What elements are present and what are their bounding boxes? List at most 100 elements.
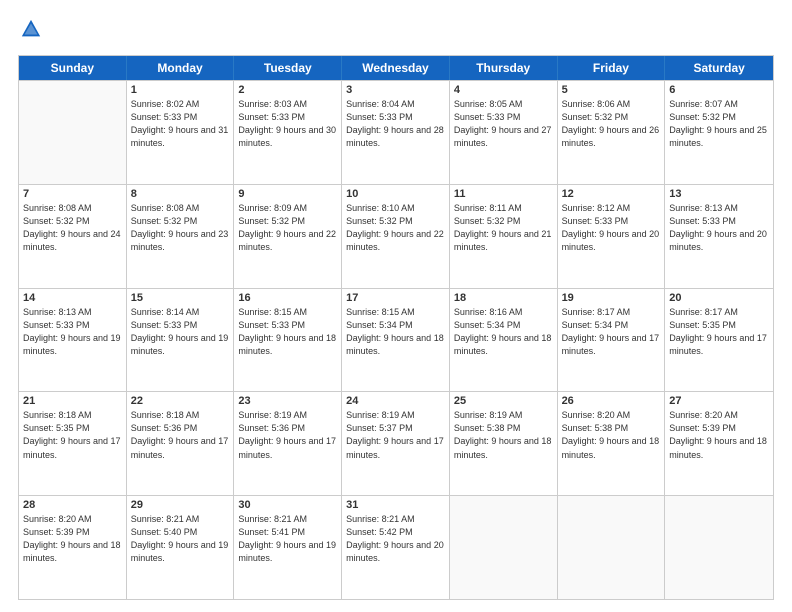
day-number: 5 (562, 84, 661, 96)
day-number: 31 (346, 499, 445, 511)
daylight-text: Daylight: 9 hours and 18 minutes. (669, 435, 769, 461)
calendar-cell-w2-d5: 19 Sunrise: 8:17 AMSunset: 5:34 PMDayligh… (558, 289, 666, 392)
page: SundayMondayTuesdayWednesdayThursdayFrid… (0, 0, 792, 612)
day-number: 15 (131, 292, 230, 304)
cell-info: Sunrise: 8:21 AMSunset: 5:40 PMDaylight:… (131, 513, 230, 565)
sunset-text: Sunset: 5:32 PM (23, 215, 122, 228)
calendar-cell-w1-d5: 12Sunrise: 8:12 AMSunset: 5:33 PMDayligh… (558, 185, 666, 288)
cell-info: Sunrise: 8:20 AMSunset: 5:38 PMDaylight:… (562, 409, 661, 461)
sunset-text: Sunset: 5:35 PM (669, 319, 769, 332)
calendar-cell-w0-d0 (19, 81, 127, 184)
daylight-text: Daylight: 9 hours and 19 minutes. (238, 539, 337, 565)
daylight-text: Daylight: 9 hours and 20 minutes. (562, 228, 661, 254)
sunrise-text: Sunrise: 8:19 AM (454, 409, 553, 422)
sunset-text: Sunset: 5:38 PM (562, 422, 661, 435)
daylight-text: Daylight: 9 hours and 22 minutes. (238, 228, 337, 254)
calendar-cell-w3-d3: 24 Sunrise: 8:19 AMSunset: 5:37 PMDayligh… (342, 392, 450, 495)
sunset-text: Sunset: 5:41 PM (238, 526, 337, 539)
calendar-cell-w2-d3: 17Sunrise: 8:15 AMSunset: 5:34 PMDayligh… (342, 289, 450, 392)
header-day-thursday: Thursday (450, 56, 558, 80)
daylight-text: Daylight: 9 hours and 19 minutes. (131, 332, 230, 358)
cell-info: Sunrise: 8:07 AMSunset: 5:32 PMDaylight:… (669, 98, 769, 150)
day-number: 24 (346, 395, 445, 407)
logo (18, 18, 46, 45)
daylight-text: Daylight: 9 hours and 18 minutes. (562, 435, 661, 461)
daylight-text: Daylight: 9 hours and 17 minutes. (238, 435, 337, 461)
daylight-text: Daylight: 9 hours and 26 minutes. (562, 124, 661, 150)
sunrise-text: Sunrise: 8:18 AM (23, 409, 122, 422)
daylight-text: Daylight: 9 hours and 24 minutes. (23, 228, 122, 254)
calendar-body: 1Sunrise: 8:02 AMSunset: 5:33 PMDaylight… (19, 80, 773, 599)
sunset-text: Sunset: 5:32 PM (131, 215, 230, 228)
sunrise-text: Sunrise: 8:20 AM (669, 409, 769, 422)
day-number: 19 (562, 292, 661, 304)
calendar-cell-w2-d1: 15Sunrise: 8:14 AMSunset: 5:33 PMDayligh… (127, 289, 235, 392)
cell-info: Sunrise: 8:19 AMSunset: 5:37 PMDaylight:… (346, 409, 445, 461)
daylight-text: Daylight: 9 hours and 17 minutes. (562, 332, 661, 358)
sunrise-text: Sunrise: 8:17 AM (562, 306, 661, 319)
daylight-text: Daylight: 9 hours and 19 minutes. (23, 332, 122, 358)
calendar-row-4: 28Sunrise: 8:20 AMSunset: 5:39 PMDayligh… (19, 495, 773, 599)
calendar: SundayMondayTuesdayWednesdayThursdayFrid… (18, 55, 774, 600)
cell-info: Sunrise: 8:20 AMSunset: 5:39 PMDaylight:… (669, 409, 769, 461)
daylight-text: Daylight: 9 hours and 17 minutes. (346, 435, 445, 461)
cell-info: Sunrise: 8:21 AMSunset: 5:41 PMDaylight:… (238, 513, 337, 565)
sunset-text: Sunset: 5:33 PM (238, 319, 337, 332)
day-number: 2 (238, 84, 337, 96)
daylight-text: Daylight: 9 hours and 21 minutes. (454, 228, 553, 254)
calendar-cell-w4-d1: 29 Sunrise: 8:21 AMSunset: 5:40 PMDayligh… (127, 496, 235, 599)
cell-info: Sunrise: 8:18 AMSunset: 5:36 PMDaylight:… (131, 409, 230, 461)
calendar-cell-w0-d5: 5Sunrise: 8:06 AMSunset: 5:32 PMDaylight… (558, 81, 666, 184)
cell-info: Sunrise: 8:08 AMSunset: 5:32 PMDaylight:… (131, 202, 230, 254)
calendar-cell-w2-d6: 20Sunrise: 8:17 AMSunset: 5:35 PMDayligh… (665, 289, 773, 392)
calendar-cell-w1-d4: 11Sunrise: 8:11 AMSunset: 5:32 PMDayligh… (450, 185, 558, 288)
sunrise-text: Sunrise: 8:19 AM (346, 409, 445, 422)
header-day-monday: Monday (127, 56, 235, 80)
sunrise-text: Sunrise: 8:03 AM (238, 98, 337, 111)
daylight-text: Daylight: 9 hours and 30 minutes. (238, 124, 337, 150)
day-number: 3 (346, 84, 445, 96)
cell-info: Sunrise: 8:02 AMSunset: 5:33 PMDaylight:… (131, 98, 230, 150)
header-day-sunday: Sunday (19, 56, 127, 80)
calendar-row-2: 14Sunrise: 8:13 AMSunset: 5:33 PMDayligh… (19, 288, 773, 392)
day-number: 6 (669, 84, 769, 96)
cell-info: Sunrise: 8:17 AMSunset: 5:34 PMDaylight:… (562, 306, 661, 358)
day-number: 4 (454, 84, 553, 96)
day-number: 13 (669, 188, 769, 200)
day-number: 28 (23, 499, 122, 511)
sunrise-text: Sunrise: 8:10 AM (346, 202, 445, 215)
day-number: 27 (669, 395, 769, 407)
cell-info: Sunrise: 8:15 AMSunset: 5:34 PMDaylight:… (346, 306, 445, 358)
day-number: 8 (131, 188, 230, 200)
cell-info: Sunrise: 8:18 AMSunset: 5:35 PMDaylight:… (23, 409, 122, 461)
sunset-text: Sunset: 5:33 PM (454, 111, 553, 124)
daylight-text: Daylight: 9 hours and 17 minutes. (131, 435, 230, 461)
daylight-text: Daylight: 9 hours and 18 minutes. (454, 332, 553, 358)
calendar-cell-w1-d6: 13Sunrise: 8:13 AMSunset: 5:33 PMDayligh… (665, 185, 773, 288)
sunrise-text: Sunrise: 8:21 AM (131, 513, 230, 526)
day-number: 30 (238, 499, 337, 511)
sunset-text: Sunset: 5:37 PM (346, 422, 445, 435)
sunset-text: Sunset: 5:42 PM (346, 526, 445, 539)
sunset-text: Sunset: 5:35 PM (23, 422, 122, 435)
calendar-cell-w3-d1: 22Sunrise: 8:18 AMSunset: 5:36 PMDayligh… (127, 392, 235, 495)
sunset-text: Sunset: 5:33 PM (131, 111, 230, 124)
sunset-text: Sunset: 5:40 PM (131, 526, 230, 539)
sunrise-text: Sunrise: 8:21 AM (346, 513, 445, 526)
day-number: 16 (238, 292, 337, 304)
sunrise-text: Sunrise: 8:14 AM (131, 306, 230, 319)
calendar-cell-w4-d3: 31Sunrise: 8:21 AMSunset: 5:42 PMDayligh… (342, 496, 450, 599)
calendar-cell-w3-d4: 25Sunrise: 8:19 AMSunset: 5:38 PMDayligh… (450, 392, 558, 495)
day-number: 14 (23, 292, 122, 304)
sunrise-text: Sunrise: 8:08 AM (131, 202, 230, 215)
header-day-tuesday: Tuesday (234, 56, 342, 80)
daylight-text: Daylight: 9 hours and 20 minutes. (669, 228, 769, 254)
sunset-text: Sunset: 5:36 PM (238, 422, 337, 435)
calendar-cell-w3-d6: 27 Sunrise: 8:20 AMSunset: 5:39 PMDayligh… (665, 392, 773, 495)
day-number: 29 (131, 499, 230, 511)
calendar-cell-w4-d0: 28Sunrise: 8:20 AMSunset: 5:39 PMDayligh… (19, 496, 127, 599)
calendar-row-1: 7Sunrise: 8:08 AMSunset: 5:32 PMDaylight… (19, 184, 773, 288)
sunrise-text: Sunrise: 8:13 AM (23, 306, 122, 319)
sunset-text: Sunset: 5:33 PM (23, 319, 122, 332)
day-number: 20 (669, 292, 769, 304)
